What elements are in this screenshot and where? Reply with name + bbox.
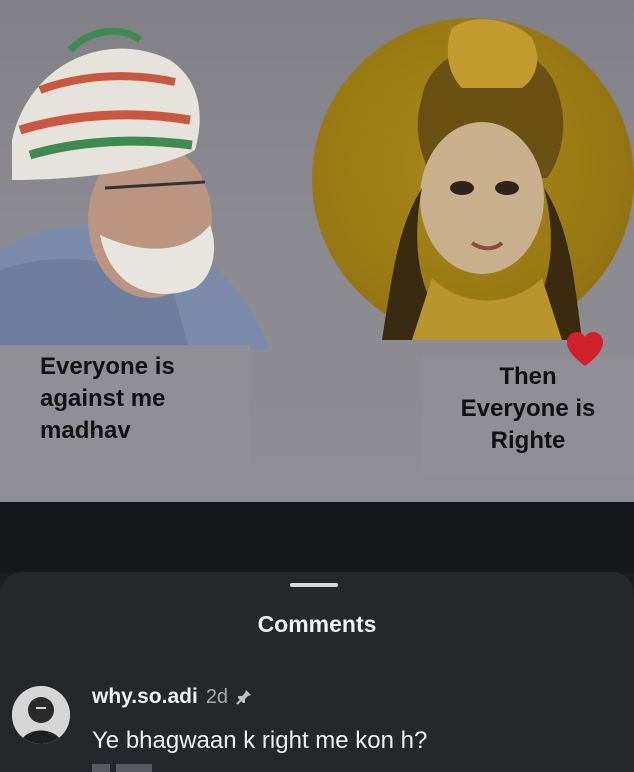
comment-time: 2d xyxy=(205,685,229,708)
caption-left-line: against me xyxy=(40,385,166,412)
comment-header: why.so.adi 2d xyxy=(92,682,252,712)
pin-icon xyxy=(236,690,252,705)
right-deity-illustration xyxy=(382,19,582,340)
caption-left: Everyone is against me madhav xyxy=(0,345,250,465)
spacer xyxy=(0,502,634,574)
avatar[interactable] xyxy=(12,686,70,744)
caption-left-line: Everyone is xyxy=(40,353,175,380)
app-screen: Everyone is against me madhav Then Every… xyxy=(0,0,634,772)
comment-username[interactable]: why.so.adi xyxy=(92,685,198,709)
caption-right: Then Everyone is Righte xyxy=(422,355,634,475)
left-person-illustration xyxy=(0,27,270,350)
caption-left-line: madhav xyxy=(40,417,131,444)
avatar-image xyxy=(12,686,70,744)
drag-handle[interactable] xyxy=(290,583,338,587)
meme-image[interactable]: Everyone is against me madhav Then Every… xyxy=(0,0,634,502)
heart-icon[interactable] xyxy=(565,330,605,370)
caption-right-line: Everyone is xyxy=(460,395,596,422)
comment-text: Ye bhagwaan k right me kon h? xyxy=(92,727,428,754)
caption-right-line: Righte xyxy=(490,427,566,454)
clipped-comment-line xyxy=(92,764,152,772)
sheet-title: Comments xyxy=(257,611,377,637)
